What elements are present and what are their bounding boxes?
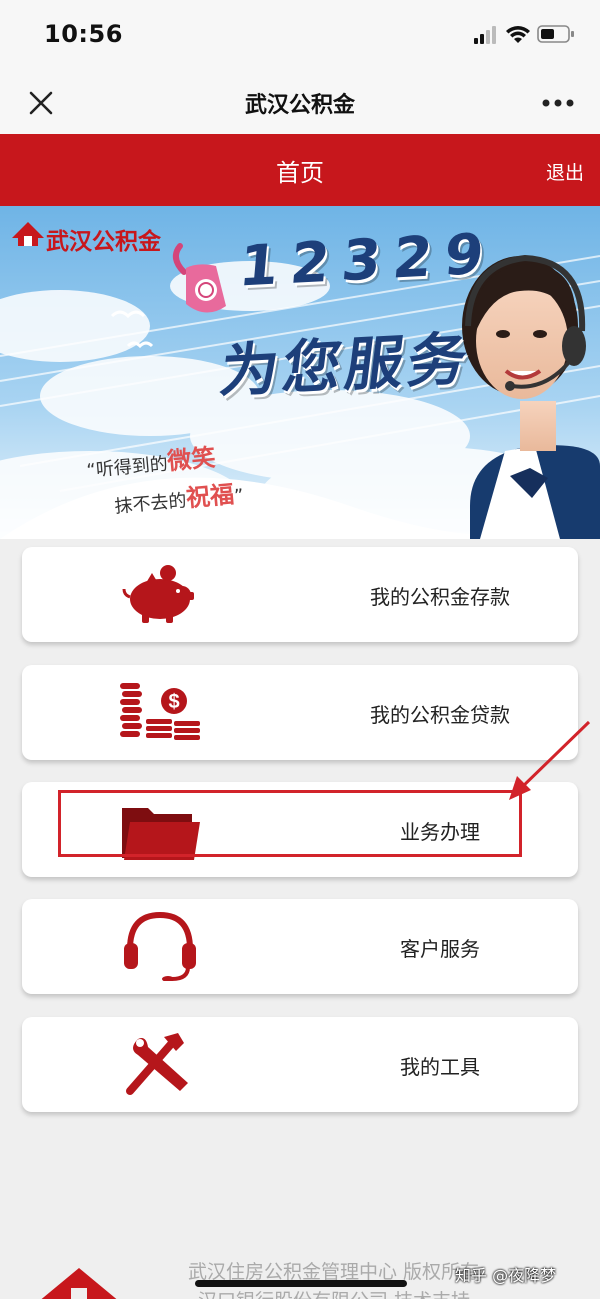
status-bar: 10:56 [0,0,600,72]
svg-text:$: $ [168,691,179,713]
menu-item-loan[interactable]: $ 我的公积金贷款 [22,665,578,760]
tagline-2-text: 抹不去的 [113,490,188,518]
logout-button[interactable]: 退出 [546,158,584,185]
home-indicator[interactable] [195,1280,407,1287]
brand-logo-text: 武汉公积金 [46,229,161,255]
menu-item-label: 客户服务 [400,937,480,961]
banner-slogan: 为您服务 [216,324,475,406]
piggy-bank-icon [122,565,194,623]
menu-item-customer-service[interactable]: 客户服务 [22,899,578,994]
coins-money-icon: $ [120,683,200,740]
tools-icon [126,1033,188,1095]
headset-icon [124,911,196,981]
tagline-1-accent: 微笑 [166,443,217,476]
battery-icon [537,25,574,43]
annotation-arrow-icon [509,720,591,800]
menu-item-tools[interactable]: 我的工具 [22,1017,578,1112]
highlight-annotation-box [58,790,522,857]
status-time: 10:56 [44,20,123,48]
more-options-icon[interactable] [540,96,576,110]
hotline-banner: 武汉公积金 12329 为您服务 “听得到的微笑 抹不去的祝福” [0,206,600,539]
menu-item-label: 我的公积金存款 [370,585,510,609]
nav-bar: 武汉公积金 [0,72,600,134]
menu-item-label: 我的工具 [400,1055,480,1079]
menu-item-label: 我的公积金贷款 [370,703,510,727]
tagline-1-text: “听得到的 [85,453,169,482]
watermark-text: 知乎 @夜降梦 [455,1266,557,1285]
cellular-signal-icon [474,26,496,44]
tagline-2-suffix: ” [233,485,245,508]
hotline-number: 12329 [236,221,499,300]
footer-tech-support: 汉口银行股份有限公司 技术支持 [198,1286,470,1299]
nav-title: 武汉公积金 [244,93,355,118]
footer-logo-icon [41,1268,117,1299]
app-header: 首页 退出 [0,134,600,206]
tagline-2-accent: 祝福 [184,480,236,513]
page-title: 首页 [276,159,324,187]
menu-item-deposit[interactable]: 我的公积金存款 [22,547,578,642]
wifi-icon [506,26,530,43]
